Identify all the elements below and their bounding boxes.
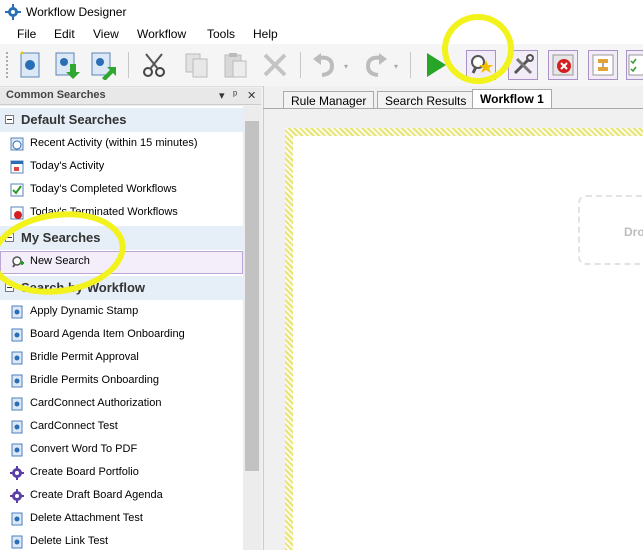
list-item[interactable]: Create Board Portfolio (0, 462, 243, 485)
workflow-icon (11, 328, 23, 342)
tab-search-results[interactable]: Search Results (377, 91, 475, 108)
toolbar-separator (128, 52, 129, 78)
group-label: Default Searches (21, 112, 127, 127)
list-item[interactable]: Bridle Permit Approval (0, 347, 243, 370)
toolbar-separator (300, 52, 301, 78)
workflow-icon (11, 535, 23, 549)
list-item-label: Today's Activity (30, 160, 105, 172)
tab-strip-border (263, 108, 643, 109)
compare-button[interactable] (588, 50, 618, 80)
undo-icon[interactable] (310, 50, 340, 80)
workflow-icon (11, 351, 23, 365)
list-item[interactable]: Delete Link Test (0, 531, 243, 550)
pin-icon[interactable]: ᵖ (233, 89, 237, 101)
list-item-label: Board Agenda Item Onboarding (30, 328, 185, 340)
menu-workflow[interactable]: Workflow (137, 27, 186, 41)
list-item[interactable]: CardConnect Authorization (0, 393, 243, 416)
list-item-label: Bridle Permit Approval (30, 351, 139, 363)
redo-dropdown-icon[interactable]: ▾ (394, 62, 398, 71)
delete-icon[interactable] (260, 50, 290, 80)
list-item[interactable]: Today's Completed Workflows (0, 179, 243, 202)
panel-dropdown-icon[interactable]: ▾ (219, 89, 225, 102)
toolbar-grip[interactable] (6, 52, 11, 78)
list-item-label: Apply Dynamic Stamp (30, 305, 139, 317)
list-item[interactable]: Today's Activity (0, 156, 243, 179)
menu-help[interactable]: Help (253, 27, 278, 41)
close-icon[interactable]: ✕ (247, 89, 256, 102)
compare-icon (592, 54, 614, 76)
menu-file[interactable]: File (17, 27, 36, 41)
collapse-icon[interactable] (5, 115, 14, 124)
menu-bar: File Edit View Workflow Tools Help (0, 24, 643, 44)
list-item[interactable]: CardConnect Test (0, 416, 243, 439)
calendar-icon (10, 160, 24, 174)
panel-header: Common Searches ▾ ᵖ ✕ (0, 88, 261, 105)
list-item-label: Convert Word To PDF (30, 443, 138, 455)
list-item-label: CardConnect Test (30, 420, 118, 432)
drop-zone-hint: Dro (624, 225, 643, 239)
stop-button[interactable] (548, 50, 578, 80)
list-item-label: Delete Attachment Test (30, 512, 143, 524)
list-item[interactable]: Apply Dynamic Stamp (0, 301, 243, 324)
workflow-icon (11, 443, 23, 457)
scrollbar-thumb[interactable] (245, 121, 259, 471)
list-item[interactable]: Bridle Permits Onboarding (0, 370, 243, 393)
tab-workflow-1[interactable]: Workflow 1 (472, 89, 552, 108)
menu-view[interactable]: View (93, 27, 119, 41)
toolbar: ▾ ▾ (0, 14, 643, 87)
paste-icon[interactable] (220, 50, 250, 80)
search-tree: Default Searches Recent Activity (within… (0, 106, 243, 550)
redo-icon[interactable] (360, 50, 390, 80)
stop-icon (552, 54, 574, 76)
list-item-label: Today's Completed Workflows (30, 183, 177, 195)
list-item-label: Create Draft Board Agenda (30, 489, 163, 501)
gear-icon (5, 4, 21, 20)
list-item-label: Bridle Permits Onboarding (30, 374, 160, 386)
window-title: Workflow Designer (26, 5, 127, 19)
panel-title: Common Searches (6, 89, 106, 101)
list-item-label: Recent Activity (within 15 minutes) (30, 137, 198, 149)
list-item[interactable]: Convert Word To PDF (0, 439, 243, 462)
tab-rule-manager[interactable]: Rule Manager (283, 91, 375, 108)
group-default-searches[interactable]: Default Searches (0, 108, 243, 132)
copy-icon[interactable] (182, 50, 212, 80)
menu-edit[interactable]: Edit (54, 27, 75, 41)
checklist-icon (628, 54, 643, 76)
completed-icon (10, 183, 24, 197)
gear-icon (10, 489, 24, 503)
cut-icon[interactable] (140, 50, 170, 80)
import-workflow-icon[interactable] (52, 50, 82, 80)
menu-tools[interactable]: Tools (207, 27, 235, 41)
list-item-label: Delete Link Test (30, 535, 109, 547)
terminated-icon (10, 206, 24, 220)
undo-dropdown-icon[interactable]: ▾ (344, 62, 348, 71)
toolbar-separator (410, 52, 411, 78)
new-workflow-icon[interactable] (16, 50, 46, 80)
list-item[interactable]: Recent Activity (within 15 minutes) (0, 133, 243, 156)
workflow-icon (11, 420, 23, 434)
checklist-button[interactable] (626, 50, 643, 80)
workflow-icon (11, 512, 23, 526)
list-item[interactable]: Board Agenda Item Onboarding (0, 324, 243, 347)
title-bar: Workflow Designer (0, 0, 643, 24)
list-item[interactable]: Create Draft Board Agenda (0, 485, 243, 508)
clock-search-icon (10, 137, 24, 151)
workflow-icon (11, 374, 23, 388)
workflow-icon (11, 397, 23, 411)
list-item[interactable]: Delete Attachment Test (0, 508, 243, 531)
export-workflow-icon[interactable] (88, 50, 118, 80)
workflow-icon (11, 305, 23, 319)
gear-icon (10, 466, 24, 480)
list-item-label: Create Board Portfolio (30, 466, 139, 478)
highlight-circle (442, 14, 514, 84)
list-item-label: CardConnect Authorization (30, 397, 162, 409)
